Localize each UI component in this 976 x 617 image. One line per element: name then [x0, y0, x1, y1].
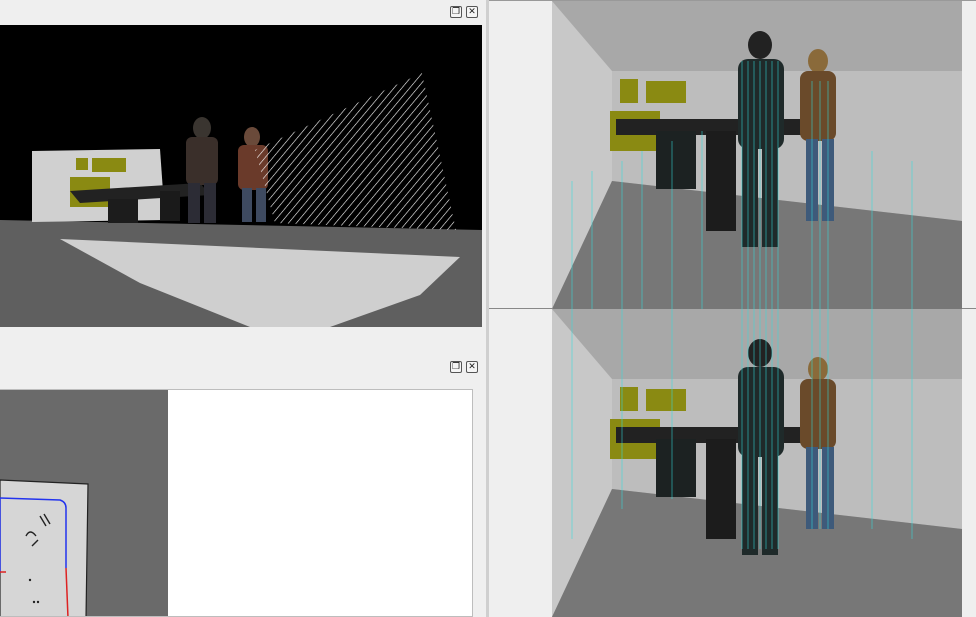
camera-image-top[interactable] [552, 1, 962, 309]
camera-image-panel-top [489, 0, 976, 309]
occupancy-map [0, 390, 168, 616]
map-view-panel: ❐ ✕ [0, 356, 486, 617]
scene-render [0, 73, 482, 327]
float-button[interactable]: ❐ [450, 6, 462, 18]
scene-render-view[interactable] [0, 25, 482, 327]
camera-image-panel-bottom [489, 309, 976, 617]
camera-view-panel: ❐ ✕ [0, 0, 486, 330]
camera-view-title-buttons: ❐ ✕ [450, 6, 478, 18]
camera-image-bottom-render [552, 309, 962, 617]
close-button[interactable]: ✕ [466, 361, 478, 373]
map-render-view[interactable] [0, 389, 473, 617]
camera-image-top-render [552, 1, 962, 309]
map-view-title-buttons: ❐ ✕ [450, 361, 478, 373]
float-button[interactable]: ❐ [450, 361, 462, 373]
camera-image-bottom[interactable] [552, 309, 962, 617]
close-button[interactable]: ✕ [466, 6, 478, 18]
